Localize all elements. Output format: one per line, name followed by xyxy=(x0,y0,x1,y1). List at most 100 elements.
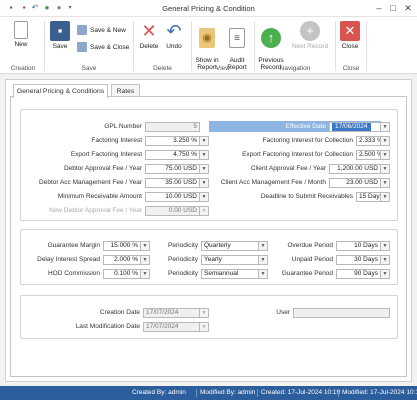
factoring-interest-field[interactable]: 3.250 % xyxy=(145,136,200,146)
previous-record-button[interactable]: ↑ Previous Record xyxy=(256,21,286,71)
overdue-period-field[interactable]: 10 Days xyxy=(336,241,381,251)
hod-commission-spin-icon[interactable]: ▼ xyxy=(141,269,150,279)
client-acc-mgmt-fee-field[interactable]: 23.00 USD xyxy=(329,178,381,188)
close-window-icon[interactable]: ✕ xyxy=(401,2,415,14)
factoring-interest-spin-icon[interactable]: ▼ xyxy=(200,136,209,146)
window-title: General Pricing & Condition xyxy=(162,4,255,13)
delete-icon: ✕ xyxy=(139,21,159,41)
client-approval-fee-label: Client Approval Fee / Year xyxy=(250,165,326,172)
client-approval-fee-field[interactable]: 1,200.00 USD xyxy=(329,164,381,174)
debtor-approval-fee-field[interactable]: 75.00 USD xyxy=(145,164,200,174)
guarantee-period-label: Guarantee Period xyxy=(281,270,333,277)
client-approval-fee-spin-icon[interactable]: ▼ xyxy=(381,164,390,174)
group-close: Close xyxy=(342,65,360,72)
periodicity-dropdown-icon-3[interactable]: ▼ xyxy=(259,269,268,279)
delete-button[interactable]: ✕ Delete xyxy=(138,21,160,63)
overdue-period-spin-icon[interactable]: ▼ xyxy=(381,241,390,251)
export-factoring-interest-collection-label: Export Factoring Interest for Collection xyxy=(242,151,353,158)
save-close-button[interactable]: Save & Close xyxy=(77,42,129,54)
delete-label: Delete xyxy=(139,43,159,50)
close-icon: ✕ xyxy=(340,21,360,41)
save-close-label: Save & Close xyxy=(90,44,130,51)
guarantee-period-spin-icon[interactable]: ▼ xyxy=(381,269,390,279)
last-modification-date-label: Last Modification Date xyxy=(75,323,140,330)
show-in-report-button[interactable]: ◉ Show in Report xyxy=(194,21,220,71)
guarantee-margin-field[interactable]: 15.000 % xyxy=(103,241,141,251)
guarantee-period-field[interactable]: 90 Days xyxy=(336,269,381,279)
undo-button[interactable]: ↶ Undo xyxy=(163,21,185,63)
maximize-icon[interactable]: □ xyxy=(386,2,400,14)
next-record-label: Next Record xyxy=(291,43,329,50)
save-close-icon xyxy=(77,42,87,53)
status-created: Created: 17-Jul-2024 10:19 xyxy=(261,389,341,396)
periodicity-dropdown-icon-1[interactable]: ▼ xyxy=(259,241,268,251)
save-new-label: Save & New xyxy=(90,27,126,34)
effective-date-label: Effective Date xyxy=(285,123,326,130)
creation-date-field: 17/07/2024 xyxy=(143,308,200,318)
debtor-approval-fee-spin-icon[interactable]: ▼ xyxy=(200,164,209,174)
periodicity-select-1[interactable]: Quarterly xyxy=(201,241,259,251)
separator xyxy=(366,21,367,71)
status-modified-by: Modified By: admin xyxy=(200,389,256,396)
periodicity-select-2[interactable]: Yearly xyxy=(201,255,259,265)
effective-date-field[interactable]: 17/06/2024 xyxy=(329,122,381,132)
hod-commission-label: HOD Commission xyxy=(47,270,100,277)
debtor-acc-mgmt-fee-spin-icon[interactable]: ▼ xyxy=(200,178,209,188)
new-button[interactable]: New xyxy=(6,21,36,63)
status-modified: Modified: 17-Jul-2024 10:19 xyxy=(342,389,417,396)
delay-interest-spread-label: Delay Interest Spread xyxy=(37,256,100,263)
periodicity-dropdown-icon-2[interactable]: ▼ xyxy=(259,255,268,265)
factoring-interest-collection-field[interactable]: 2.333 % xyxy=(356,136,381,146)
export-factoring-interest-collection-spin-icon[interactable]: ▼ xyxy=(381,150,390,160)
new-debtor-approval-fee-spin-icon: ▼ xyxy=(200,206,209,216)
save-new-icon xyxy=(77,25,87,36)
min-receivable-label: Minimum Receivable Amount xyxy=(57,193,142,200)
client-acc-mgmt-fee-label: Client Acc Management Fee / Month xyxy=(220,179,326,186)
guarantee-margin-label: Guarantee Margin xyxy=(47,242,100,249)
close-button[interactable]: ✕ Close xyxy=(339,21,361,63)
unpaid-period-label: Unpaid Period xyxy=(291,256,333,263)
factoring-interest-collection-spin-icon[interactable]: ▼ xyxy=(381,136,390,146)
separator xyxy=(191,21,192,71)
delay-interest-spread-spin-icon[interactable]: ▼ xyxy=(141,255,150,265)
group-creation: Creation xyxy=(10,65,36,72)
deadline-receivables-field[interactable]: 15 Days xyxy=(356,192,381,202)
debtor-approval-fee-label: Debtor Approval Fee / Year xyxy=(63,165,142,172)
export-factoring-interest-spin-icon[interactable]: ▼ xyxy=(200,150,209,160)
overdue-period-label: Overdue Period xyxy=(287,242,333,249)
client-acc-mgmt-fee-spin-icon[interactable]: ▼ xyxy=(381,178,390,188)
unpaid-period-field[interactable]: 30 Days xyxy=(336,255,381,265)
minimize-icon[interactable]: – xyxy=(372,2,386,14)
last-modification-date-field: 17/07/2024 xyxy=(143,322,200,332)
effective-date-dropdown-icon[interactable]: ▼ xyxy=(381,122,390,132)
delay-interest-spread-field[interactable]: 2.000 % xyxy=(103,255,141,265)
deadline-receivables-label: Deadline to Submit Receivables xyxy=(260,193,353,200)
debtor-acc-mgmt-fee-field[interactable]: 35.00 USD xyxy=(145,178,200,188)
status-separator xyxy=(257,389,258,397)
gpl-number-field[interactable]: 5 xyxy=(145,122,200,132)
min-receivable-spin-icon[interactable]: ▼ xyxy=(200,192,209,202)
new-debtor-approval-fee-label: New Debtor Approval Fee / Year xyxy=(49,207,142,214)
unpaid-period-spin-icon[interactable]: ▼ xyxy=(381,255,390,265)
deadline-receivables-spin-icon[interactable]: ▼ xyxy=(381,192,390,202)
export-factoring-interest-field[interactable]: 4.750 % xyxy=(145,150,200,160)
user-label: User xyxy=(276,309,290,316)
hod-commission-field[interactable]: 0.100 % xyxy=(103,269,141,279)
guarantee-margin-spin-icon[interactable]: ▼ xyxy=(141,241,150,251)
tab-general-pricing[interactable]: General Pricing & Conditions xyxy=(13,84,108,98)
effective-date-value: 17/06/2024 xyxy=(332,123,371,131)
min-receivable-field[interactable]: 10.00 USD xyxy=(145,192,200,202)
report-icon: ◉ xyxy=(199,28,215,48)
periodicity-label-1: Periodicity xyxy=(168,242,198,249)
save-button[interactable]: ▪ Save xyxy=(49,21,71,63)
save-new-button[interactable]: Save & New xyxy=(77,25,126,37)
periodicity-select-3[interactable]: Semiannual xyxy=(201,269,259,279)
save-icon: ▪ xyxy=(50,21,70,41)
next-record-button[interactable]: + Next Record xyxy=(290,21,330,63)
export-factoring-interest-collection-field[interactable]: 2.500 % xyxy=(356,150,381,160)
status-separator xyxy=(196,389,197,397)
creation-date-label: Creation Date xyxy=(99,309,140,316)
audit-report-button[interactable]: ≡ Audit Report xyxy=(224,21,250,71)
periodicity-label-3: Periodicity xyxy=(168,270,198,277)
group-save: Save xyxy=(81,65,97,72)
